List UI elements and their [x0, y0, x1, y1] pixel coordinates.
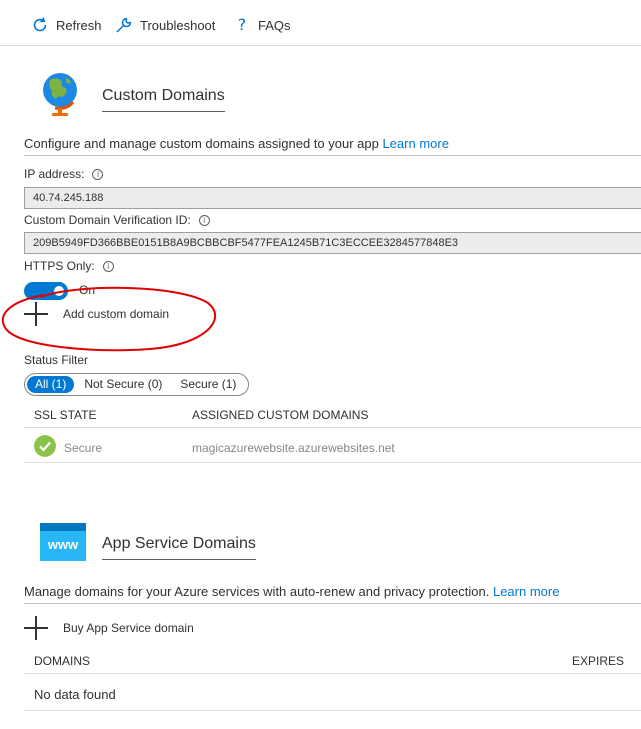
custom-domains-description: Configure and manage custom domains assi…: [24, 136, 641, 156]
toggle-knob: [54, 286, 64, 296]
https-only-toggle[interactable]: [24, 282, 68, 300]
app-service-domains-grid-header: DOMAINS EXPIRES: [24, 648, 641, 674]
domain-value: magicazurewebsite.azurewebsites.net: [192, 441, 395, 455]
troubleshoot-label: Troubleshoot: [140, 17, 216, 33]
table-row[interactable]: Secure magicazurewebsite.azurewebsites.n…: [24, 431, 641, 463]
globe-icon: [43, 73, 77, 116]
info-icon[interactable]: i: [198, 214, 210, 226]
verification-id-label: Custom Domain Verification ID: i: [24, 213, 210, 227]
custom-domains-description-text: Configure and manage custom domains assi…: [24, 136, 379, 151]
custom-domains-grid-header: SSL STATE ASSIGNED CUSTOM DOMAINS: [24, 402, 641, 428]
column-domains[interactable]: DOMAINS: [34, 654, 90, 668]
add-custom-domain-button[interactable]: Add custom domain: [24, 302, 169, 326]
faqs-button[interactable]: ? FAQs: [232, 14, 291, 36]
refresh-button[interactable]: Refresh: [30, 14, 102, 36]
ip-address-label-text: IP address:: [24, 167, 85, 181]
empty-row: No data found: [24, 677, 641, 711]
https-only-label: HTTPS Only: i: [24, 259, 114, 273]
question-icon: ?: [237, 15, 247, 34]
www-icon: www: [40, 523, 86, 561]
ip-address-label: IP address: i: [24, 167, 104, 181]
verification-id-label-text: Custom Domain Verification ID:: [24, 213, 191, 227]
app-service-domains-title: App Service Domains: [102, 535, 256, 560]
plus-icon: [24, 302, 48, 326]
column-assigned-domains[interactable]: ASSIGNED CUSTOM DOMAINS: [192, 408, 368, 422]
status-filter-label: Status Filter: [24, 353, 89, 367]
no-data-text: No data found: [34, 687, 116, 702]
filter-all[interactable]: All (1): [27, 376, 75, 393]
www-icon-bar: [40, 523, 86, 531]
www-icon-text: www: [47, 537, 79, 552]
verification-id-field[interactable]: 209B5949FD366BBE0151B8A9BCBBCBF5477FEA12…: [24, 232, 641, 254]
app-service-domains-description-text: Manage domains for your Azure services w…: [24, 584, 490, 599]
command-bar: Refresh Troubleshoot ? FAQs: [0, 0, 641, 46]
filter-not-secure[interactable]: Not Secure (0): [76, 376, 170, 393]
column-expires[interactable]: EXPIRES: [572, 654, 624, 668]
status-filter-pills: All (1) Not Secure (0) Secure (1): [24, 373, 250, 396]
troubleshoot-button[interactable]: Troubleshoot: [114, 14, 215, 36]
plus-icon: [24, 616, 48, 640]
ip-address-field[interactable]: 40.74.245.188: [24, 187, 641, 209]
https-only-label-text: HTTPS Only:: [24, 259, 95, 273]
buy-app-service-domain-button[interactable]: Buy App Service domain: [24, 616, 194, 640]
filter-secure[interactable]: Secure (1): [172, 376, 244, 393]
refresh-icon: [33, 17, 47, 32]
ssl-state-value: Secure: [64, 441, 103, 455]
wrench-icon: [116, 17, 132, 33]
custom-domains-title: Custom Domains: [102, 87, 225, 112]
custom-domains-learn-more-link[interactable]: Learn more: [382, 136, 448, 151]
info-icon[interactable]: i: [92, 168, 104, 180]
faqs-label: FAQs: [258, 17, 291, 33]
info-icon[interactable]: i: [102, 260, 114, 272]
app-service-domains-description: Manage domains for your Azure services w…: [24, 584, 641, 604]
refresh-label: Refresh: [56, 17, 102, 33]
https-only-state: On: [79, 283, 96, 297]
app-service-domains-learn-more-link[interactable]: Learn more: [493, 584, 559, 599]
add-custom-domain-label: Add custom domain: [63, 307, 170, 321]
column-ssl-state[interactable]: SSL STATE: [34, 408, 96, 422]
check-circle-icon: [34, 435, 56, 457]
buy-app-service-domain-label: Buy App Service domain: [63, 621, 194, 635]
